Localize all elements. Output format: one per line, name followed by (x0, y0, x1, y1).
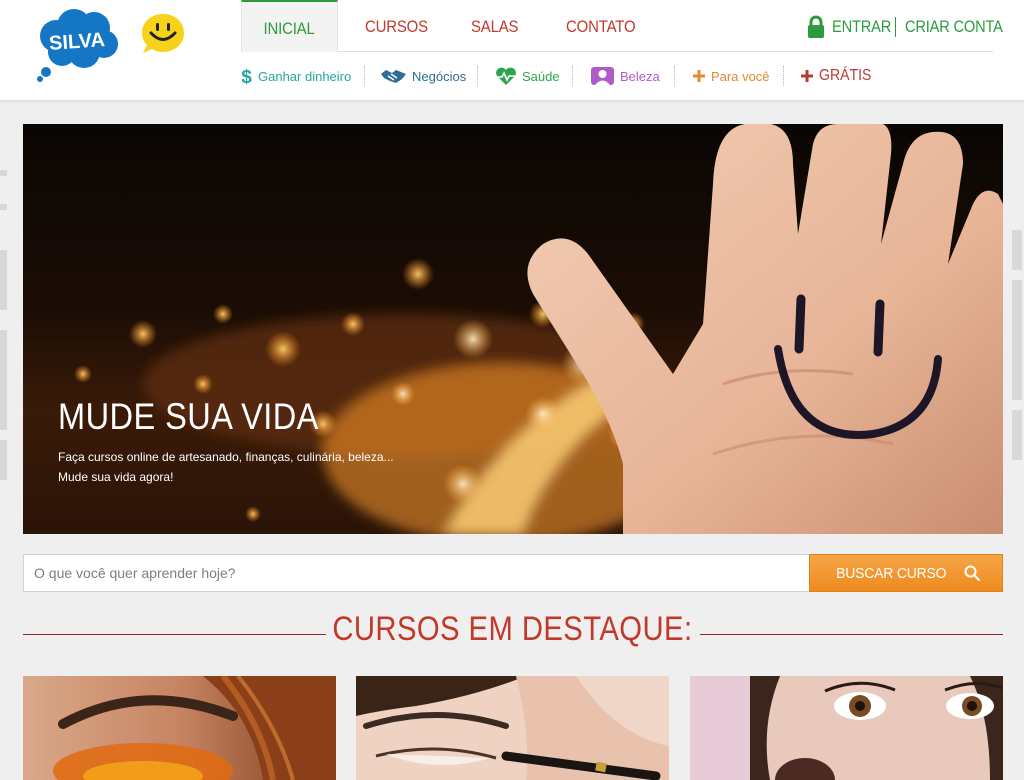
hero-subtitle: Faça cursos online de artesanado, finanç… (58, 447, 394, 487)
hero-banner[interactable]: MUDE SUA VIDA Faça cursos online de arte… (23, 124, 1003, 534)
divider (674, 66, 675, 86)
tab-inicial[interactable]: INICIAL (241, 0, 338, 52)
course-card[interactable] (690, 676, 1003, 780)
orange-eyeshadow-photo (23, 676, 336, 780)
plus-icon (693, 70, 705, 82)
divider (572, 66, 573, 86)
category-nav: $ Ganhar dinheiro Negócios Saúde Beleza … (240, 60, 1000, 90)
category-para-voce[interactable]: Para você (692, 64, 770, 88)
handshake-icon (381, 70, 406, 83)
makeup-brush-photo (690, 676, 1003, 780)
course-card[interactable] (356, 676, 669, 780)
smiley-icon (142, 14, 184, 53)
site-header: SILVA INICIAL CURSOS SALAS CONTATO ENTRA… (0, 0, 1024, 101)
category-negocios[interactable]: Negócios (380, 64, 466, 88)
category-label: Para você (711, 68, 770, 84)
search-icon (964, 565, 981, 581)
category-ganhar-dinheiro[interactable]: $ Ganhar dinheiro (240, 64, 351, 88)
account-links: ENTRAR CRIAR CONTA (807, 10, 1018, 44)
category-label: Negócios (412, 68, 467, 84)
search-button[interactable]: BUSCAR CURSO (809, 554, 1003, 592)
lock-icon (808, 15, 824, 38)
divider (364, 66, 365, 86)
search-input[interactable] (23, 554, 810, 592)
login-link[interactable]: ENTRAR (832, 17, 891, 37)
beauty-icon (591, 67, 614, 85)
category-saude[interactable]: Saúde (495, 64, 560, 88)
hero-subtitle-line: Mude sua vida agora! (58, 470, 174, 484)
divider (477, 66, 478, 86)
register-link[interactable]: CRIAR CONTA (905, 17, 1003, 37)
search-button-label: BUSCAR CURSO (835, 564, 947, 582)
divider (783, 66, 784, 86)
decorative-bars (0, 170, 7, 480)
dollar-icon: $ (241, 67, 252, 86)
category-label: GRÁTIS (819, 67, 872, 84)
tab-cursos[interactable]: CURSOS (365, 0, 428, 52)
silva-logo[interactable]: SILVA (34, 6, 120, 82)
section-title-text: CURSOS EM DESTAQUE: (331, 610, 693, 648)
tab-contato[interactable]: CONTATO (566, 0, 636, 52)
svg-text:SILVA: SILVA (48, 29, 105, 55)
category-label: Beleza (620, 68, 660, 84)
category-label: Saúde (522, 68, 560, 84)
category-beleza[interactable]: Beleza (590, 64, 660, 88)
course-card[interactable] (23, 676, 336, 780)
section-title: CURSOS EM DESTAQUE: (0, 610, 1024, 649)
category-gratis[interactable]: GRÁTIS (800, 64, 879, 88)
tab-salas[interactable]: SALAS (471, 0, 519, 52)
decorative-bars (1012, 230, 1022, 460)
hero-title: MUDE SUA VIDA (58, 396, 319, 437)
hero-subtitle-line: Faça cursos online de artesanado, finanç… (58, 450, 394, 464)
plus-icon (801, 70, 813, 82)
category-label: Ganhar dinheiro (258, 68, 352, 84)
heart-pulse-icon (496, 67, 516, 85)
divider (894, 17, 896, 37)
eyeliner-photo (356, 676, 669, 780)
svg-text:$: $ (241, 67, 252, 86)
